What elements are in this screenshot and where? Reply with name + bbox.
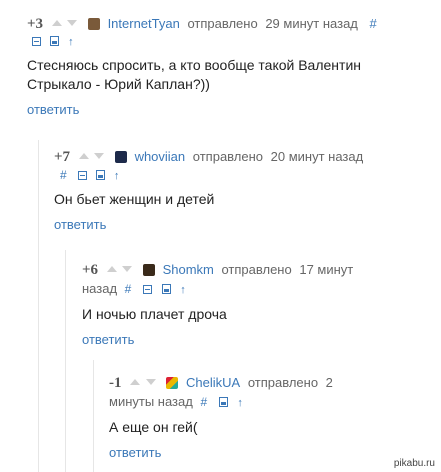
comment-author[interactable]: Shomkm (163, 262, 214, 277)
save-icon[interactable] (161, 280, 171, 298)
collapse-icon[interactable] (32, 34, 41, 50)
avatar[interactable] (114, 150, 127, 163)
parent-up-icon[interactable]: ↑ (180, 281, 186, 299)
thread-line-3 (93, 360, 94, 472)
vote-down-icon[interactable] (145, 378, 156, 385)
comment-header: +7 whoviian отправлено 20 минут назад (54, 147, 434, 167)
comment-time-cont: назад (82, 281, 118, 296)
comment-rating: +6 (82, 262, 99, 278)
comment-tools: минуты назад # ↑ (109, 393, 429, 412)
comment: -1 ChelikUA отправлено 2 минуты назад # … (109, 373, 429, 462)
thread-line-2 (65, 250, 66, 472)
comment-permalink[interactable]: # (370, 16, 377, 31)
vote-up-icon[interactable] (130, 378, 141, 385)
comment-author[interactable]: ChelikUA (186, 375, 240, 390)
comment-permalink[interactable]: # (200, 395, 207, 409)
reply-link[interactable]: ответить (82, 332, 134, 347)
vote-down-icon[interactable] (94, 152, 105, 159)
sent-label: отправлено (221, 262, 292, 277)
avatar[interactable] (166, 376, 179, 389)
vote-down-icon[interactable] (67, 19, 78, 26)
comment-tools: # ↑ (54, 167, 434, 184)
save-icon[interactable] (95, 168, 105, 184)
watermark: pikabu.ru (393, 458, 435, 469)
comment-text: И ночью плачет дроча (82, 306, 227, 322)
vote-up-icon[interactable] (106, 265, 117, 272)
comment-permalink[interactable]: # (125, 282, 132, 296)
comment-author[interactable]: InternetTyan (108, 16, 180, 31)
comment-time: 2 (325, 375, 333, 390)
comment: +6 Shomkm отправлено 17 минут назад # ↑ … (82, 260, 432, 349)
reply-link[interactable]: ответить (109, 445, 161, 460)
comment-time-cont: минуты назад (109, 394, 193, 409)
reply-link[interactable]: ответить (54, 217, 106, 232)
comment-time: 29 минут назад (265, 16, 358, 31)
save-icon[interactable] (50, 34, 60, 50)
comment-text: Он бьет женщин и детей (54, 191, 215, 207)
comment: +3 InternetTyan отправлено 29 минут наза… (27, 14, 427, 119)
collapse-icon[interactable] (77, 168, 87, 184)
sent-label: отправлено (187, 16, 258, 31)
comment-header: -1 ChelikUA отправлено 2 (109, 373, 429, 393)
comment-rating: -1 (109, 375, 122, 391)
comment-author[interactable]: whoviian (135, 149, 186, 164)
comment-text: Стесняюсь спросить, а кто вообще такой В… (27, 57, 361, 92)
vote-up-icon[interactable] (78, 152, 89, 159)
thread-line-1 (38, 140, 39, 472)
comment-tools: ↑ (27, 34, 427, 50)
comment-header: +3 InternetTyan отправлено 29 минут наза… (27, 14, 427, 34)
parent-up-icon[interactable]: ↑ (114, 168, 120, 184)
avatar[interactable] (142, 263, 155, 276)
vote-up-icon[interactable] (51, 19, 62, 26)
comment-rating: +7 (54, 149, 71, 165)
collapse-icon[interactable] (142, 280, 152, 298)
comment-time: 20 минут назад (270, 149, 364, 164)
parent-up-icon[interactable]: ↑ (68, 34, 74, 50)
save-icon[interactable] (218, 393, 228, 411)
comment-text: А еще он гей( (109, 419, 198, 435)
comment: +7 whoviian отправлено 20 минут назад # … (54, 147, 434, 234)
vote-down-icon[interactable] (122, 265, 133, 272)
comment-time: 17 минут (299, 262, 354, 277)
reply-link[interactable]: ответить (27, 102, 79, 117)
sent-label: отправлено (192, 149, 264, 164)
comment-header: +6 Shomkm отправлено 17 минут (82, 260, 432, 280)
sent-label: отправлено (247, 375, 319, 390)
comment-rating: +3 (27, 16, 44, 32)
avatar[interactable] (87, 17, 100, 30)
comment-tools: назад # ↑ (82, 280, 432, 299)
parent-up-icon[interactable]: ↑ (237, 394, 243, 412)
comment-permalink[interactable]: # (60, 168, 67, 182)
